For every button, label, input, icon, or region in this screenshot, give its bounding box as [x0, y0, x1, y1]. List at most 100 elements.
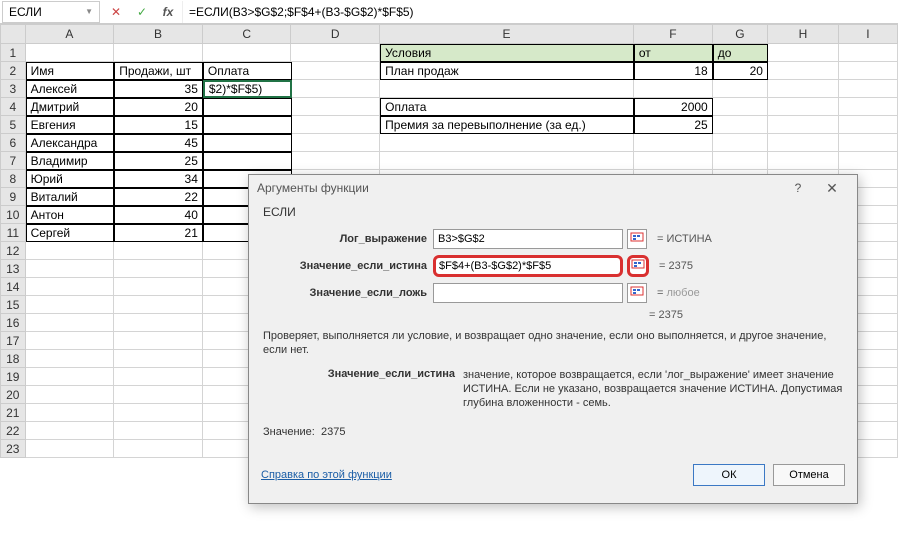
cell-E4[interactable]: Оплата [380, 98, 634, 116]
cell-A19[interactable] [26, 368, 115, 386]
arg-input-1[interactable] [433, 255, 623, 277]
cell-A11[interactable]: Сергей [26, 224, 115, 242]
cell-C4[interactable] [203, 98, 292, 116]
cell-D5[interactable] [292, 116, 381, 134]
cell-B6[interactable]: 45 [114, 134, 203, 152]
range-selector-icon[interactable] [627, 283, 647, 303]
cell-B19[interactable] [114, 368, 203, 386]
cell-H2[interactable] [768, 62, 839, 80]
cell-C1[interactable] [203, 44, 292, 62]
cell-B13[interactable] [114, 260, 203, 278]
cell-A8[interactable]: Юрий [26, 170, 115, 188]
row-header-3[interactable]: 3 [0, 80, 26, 98]
cell-A10[interactable]: Антон [26, 206, 115, 224]
cell-F2[interactable]: 18 [634, 62, 713, 80]
row-header-11[interactable]: 11 [0, 224, 26, 242]
cell-I2[interactable] [839, 62, 898, 80]
dialog-close-icon[interactable]: ✕ [815, 180, 849, 197]
col-header-I[interactable]: I [839, 24, 898, 44]
cell-D7[interactable] [292, 152, 381, 170]
cell-D2[interactable] [292, 62, 381, 80]
cell-A7[interactable]: Владимир [26, 152, 115, 170]
row-header-6[interactable]: 6 [0, 134, 26, 152]
cell-D6[interactable] [292, 134, 381, 152]
row-header-10[interactable]: 10 [0, 206, 26, 224]
cell-G4[interactable] [713, 98, 768, 116]
row-header-9[interactable]: 9 [0, 188, 26, 206]
cell-H1[interactable] [768, 44, 839, 62]
cell-B3[interactable]: 35 [114, 80, 203, 98]
cell-G5[interactable] [713, 116, 768, 134]
cell-A22[interactable] [26, 422, 115, 440]
cell-A21[interactable] [26, 404, 115, 422]
col-header-B[interactable]: B [114, 24, 203, 44]
cell-H4[interactable] [768, 98, 839, 116]
row-header-16[interactable]: 16 [0, 314, 26, 332]
arg-input-2[interactable] [433, 283, 623, 303]
dialog-help-icon[interactable]: ? [781, 181, 815, 195]
row-header-1[interactable]: 1 [0, 44, 26, 62]
cell-C5[interactable] [203, 116, 292, 134]
cell-B9[interactable]: 22 [114, 188, 203, 206]
select-all-corner[interactable] [0, 24, 26, 44]
cell-H5[interactable] [768, 116, 839, 134]
cell-D3[interactable] [292, 80, 381, 98]
cell-E1[interactable]: Условия [380, 44, 634, 62]
cell-B16[interactable] [114, 314, 203, 332]
row-header-12[interactable]: 12 [0, 242, 26, 260]
cell-F5[interactable]: 25 [634, 116, 713, 134]
cell-A20[interactable] [26, 386, 115, 404]
cell-A9[interactable]: Виталий [26, 188, 115, 206]
cell-B5[interactable]: 15 [114, 116, 203, 134]
formula-input[interactable]: =ЕСЛИ(B3>$G$2;$F$4+(B3-$G$2)*$F$5) [182, 1, 898, 23]
cell-C3[interactable]: $2)*$F$5) [203, 80, 292, 98]
name-box[interactable]: ЕСЛИ ▼ [2, 1, 100, 23]
cell-A3[interactable]: Алексей [26, 80, 115, 98]
col-header-G[interactable]: G [713, 24, 768, 44]
cell-G6[interactable] [713, 134, 768, 152]
cell-F3[interactable] [634, 80, 713, 98]
cell-I4[interactable] [839, 98, 898, 116]
col-header-E[interactable]: E [380, 24, 634, 44]
cell-D1[interactable] [291, 44, 380, 62]
cell-H7[interactable] [768, 152, 839, 170]
cell-F7[interactable] [634, 152, 713, 170]
cell-A12[interactable] [26, 242, 115, 260]
cell-A6[interactable]: Александра [26, 134, 115, 152]
cell-I1[interactable] [839, 44, 898, 62]
row-header-21[interactable]: 21 [0, 404, 26, 422]
cell-H3[interactable] [768, 80, 839, 98]
cell-F6[interactable] [634, 134, 713, 152]
cell-G2[interactable]: 20 [713, 62, 768, 80]
col-header-H[interactable]: H [768, 24, 839, 44]
cell-B7[interactable]: 25 [114, 152, 203, 170]
range-selector-icon[interactable] [627, 255, 649, 277]
row-header-19[interactable]: 19 [0, 368, 26, 386]
cell-B15[interactable] [114, 296, 203, 314]
row-header-2[interactable]: 2 [0, 62, 26, 80]
cell-A13[interactable] [26, 260, 115, 278]
row-header-15[interactable]: 15 [0, 296, 26, 314]
cell-A16[interactable] [26, 314, 115, 332]
cell-A18[interactable] [26, 350, 115, 368]
name-box-dropdown-icon[interactable]: ▼ [85, 7, 93, 16]
cell-A14[interactable] [26, 278, 115, 296]
cell-A2[interactable]: Имя [26, 62, 115, 80]
cell-B12[interactable] [114, 242, 203, 260]
dialog-titlebar[interactable]: Аргументы функции ? ✕ [249, 175, 857, 201]
cell-B23[interactable] [114, 440, 203, 458]
cell-A17[interactable] [26, 332, 115, 350]
cell-I3[interactable] [839, 80, 898, 98]
cell-B21[interactable] [114, 404, 203, 422]
cell-B4[interactable]: 20 [114, 98, 203, 116]
cell-B10[interactable]: 40 [114, 206, 203, 224]
col-header-C[interactable]: C [203, 24, 292, 44]
cell-A1[interactable] [26, 44, 115, 62]
ok-button[interactable]: ОК [693, 464, 765, 486]
cell-E6[interactable] [380, 134, 634, 152]
cell-E2[interactable]: План продаж [380, 62, 634, 80]
cell-E7[interactable] [380, 152, 634, 170]
cell-A23[interactable] [26, 440, 115, 458]
cell-C7[interactable] [203, 152, 292, 170]
col-header-D[interactable]: D [291, 24, 380, 44]
